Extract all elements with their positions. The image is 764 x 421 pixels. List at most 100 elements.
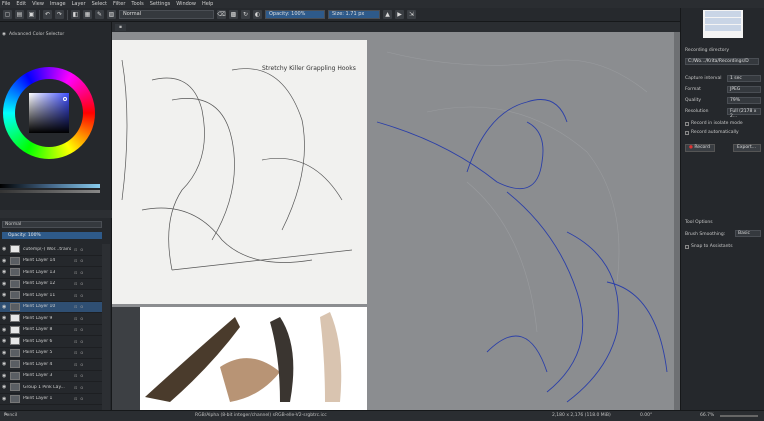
layer-row[interactable]: ◉ Paint Layer 10 ⊡ α	[0, 301, 102, 313]
layer-row[interactable]: ◉ Paint Layer 3 ⊡ α	[0, 371, 102, 382]
layer-row[interactable]: ◉ Group 1 Pink Lay... ⊡ α	[0, 382, 102, 394]
layer-lock-icon[interactable]: ⊡	[74, 350, 77, 355]
visibility-eye-icon[interactable]: ◉	[2, 385, 7, 390]
layer-row[interactable]: ◉ Paint Layer 1 ⊡ α	[0, 394, 102, 405]
layer-row[interactable]: ◉ Paint Layer 8 ⊡ α	[0, 325, 102, 336]
layer-row[interactable]: ◉ Paint Layer 14 ⊡ α	[0, 256, 102, 267]
visibility-eye-icon[interactable]: ◉	[2, 327, 7, 332]
layer-lock-icon[interactable]: ⊡	[74, 316, 77, 321]
alpha-lock-icon[interactable]: α	[80, 350, 83, 355]
blend-mode-select[interactable]: Normal	[119, 10, 214, 19]
eraser-icon[interactable]: ⌫	[217, 10, 226, 19]
format-select[interactable]: JPEG	[727, 86, 761, 93]
layer-lock-icon[interactable]: ⊡	[74, 304, 77, 309]
alpha-lock-icon[interactable]: α	[80, 385, 83, 390]
menu-view[interactable]: View	[32, 1, 44, 7]
alpha-lock-icon[interactable]: α	[80, 293, 83, 298]
layer-row[interactable]: ◉ Paint Layer 5 ⊡ α	[0, 348, 102, 359]
alpha-lock-icon[interactable]: α	[80, 373, 83, 378]
visibility-eye-icon[interactable]: ◉	[2, 247, 7, 252]
layer-row[interactable]: ◉ cutemp(-) Wor...trainable1⊡α	[0, 244, 102, 256]
visibility-eye-icon[interactable]: ◉	[2, 350, 7, 355]
menu-help[interactable]: Help	[202, 1, 213, 7]
alpha-lock-icon[interactable]: α	[80, 327, 83, 332]
mirror-vertical-icon[interactable]: ▶	[395, 10, 404, 19]
layer-row[interactable]: ◉ Paint Layer 13 ⊡ α	[0, 267, 102, 279]
layer-row[interactable]: ◉ Paint Layer 9 ⊡ α	[0, 313, 102, 325]
open-document-icon[interactable]: ▤	[15, 10, 24, 19]
layer-lock-icon[interactable]: ⊡	[74, 293, 77, 298]
preserve-alpha-icon[interactable]: ◐	[253, 10, 262, 19]
record-auto-checkbox[interactable]: Record automatically	[685, 130, 739, 135]
alpha-lock-icon[interactable]: α	[80, 316, 83, 321]
alpha-lock-icon[interactable]: α	[80, 304, 83, 309]
layer-row[interactable]: ◉ Paint Layer 4 ⊡ α	[0, 359, 102, 371]
visibility-eye-icon[interactable]: ◉	[2, 373, 7, 378]
wrap-around-icon[interactable]: ⇲	[407, 10, 416, 19]
alpha-lock-icon[interactable]: α	[80, 247, 83, 252]
color-cursor[interactable]	[63, 97, 67, 101]
record-isolate-checkbox[interactable]: Record in isolate mode	[685, 121, 743, 126]
layer-blend-mode-select[interactable]: Normal	[2, 221, 102, 228]
checkbox-box[interactable]	[685, 130, 689, 135]
alpha-lock-icon[interactable]: ▩	[229, 10, 238, 19]
color-wheel[interactable]	[3, 67, 95, 159]
menu-window[interactable]: Window	[176, 1, 196, 7]
layer-lock-icon[interactable]: ⊡	[74, 258, 77, 263]
canvas[interactable]: Stretchy Killer Grappling Hooks	[112, 32, 680, 410]
alpha-lock-icon[interactable]: α	[80, 396, 83, 401]
checkbox-box[interactable]	[685, 244, 689, 249]
capture-interval-field[interactable]: 1 sec	[727, 75, 761, 82]
visibility-eye-icon[interactable]: ◉	[2, 316, 7, 321]
layer-lock-icon[interactable]: ⊡	[74, 396, 77, 401]
new-document-icon[interactable]: ▢	[3, 10, 12, 19]
layer-list-scrollbar[interactable]	[102, 244, 110, 419]
menu-tools[interactable]: Tools	[131, 1, 143, 7]
menu-filter[interactable]: Filter	[113, 1, 125, 7]
alpha-lock-icon[interactable]: α	[80, 258, 83, 263]
alpha-lock-icon[interactable]: α	[80, 339, 83, 344]
layer-lock-icon[interactable]: ⊡	[74, 385, 77, 390]
pattern-icon[interactable]: ▦	[83, 10, 92, 19]
visibility-eye-icon[interactable]: ◉	[2, 339, 7, 344]
layer-lock-icon[interactable]: ⊡	[74, 339, 77, 344]
undo-icon[interactable]: ↶	[43, 10, 52, 19]
reload-preset-icon[interactable]: ↻	[241, 10, 250, 19]
menu-image[interactable]: Image	[50, 1, 66, 7]
alpha-lock-icon[interactable]: α	[80, 362, 83, 367]
mirror-horizontal-icon[interactable]: ▲	[383, 10, 392, 19]
quality-field[interactable]: 79%	[727, 97, 761, 104]
visibility-eye-icon[interactable]: ◉	[2, 270, 7, 275]
layer-lock-icon[interactable]: ⊡	[74, 327, 77, 332]
record-button[interactable]: ● Record	[685, 144, 715, 152]
visibility-eye-icon[interactable]: ◉	[2, 281, 7, 286]
checkbox-box[interactable]	[685, 121, 689, 126]
size-slider[interactable]: Size: 1.71 px	[328, 10, 380, 19]
menu-settings[interactable]: Settings	[150, 1, 171, 7]
alpha-lock-icon[interactable]: α	[80, 281, 83, 286]
brush-smoothing-select[interactable]: Basic	[735, 230, 761, 237]
layer-row[interactable]: ◉ Paint Layer 6 ⊡ α	[0, 336, 102, 348]
layer-opacity-slider[interactable]: Opacity: 100%	[2, 232, 102, 239]
opacity-slider[interactable]: Opacity: 100%	[265, 10, 325, 19]
visibility-eye-icon[interactable]: ◉	[2, 258, 7, 263]
visibility-eye-icon[interactable]: ◉	[2, 396, 7, 401]
menu-file[interactable]: File	[2, 1, 10, 7]
visibility-eye-icon[interactable]: ◉	[2, 362, 7, 367]
visibility-eye-icon[interactable]: ◉	[2, 304, 7, 309]
brush-preset-icon[interactable]: ✎	[95, 10, 104, 19]
export-button[interactable]: Export...	[733, 144, 761, 152]
save-icon[interactable]: ▣	[27, 10, 36, 19]
color-history-strip[interactable]	[0, 190, 100, 193]
fill-icon[interactable]: ▨	[107, 10, 116, 19]
redo-icon[interactable]: ↷	[55, 10, 64, 19]
layer-row[interactable]: ◉ Paint Layer 12 ⊡ α	[0, 279, 102, 290]
layer-lock-icon[interactable]: ⊡	[74, 373, 77, 378]
resolution-select[interactable]: Full (2178 x 2...	[727, 108, 761, 119]
visibility-eye-icon[interactable]: ◉	[2, 293, 7, 298]
snap-to-assistants-checkbox[interactable]: Snap to Assistants	[685, 244, 733, 249]
menu-select[interactable]: Select	[92, 1, 107, 7]
layer-lock-icon[interactable]: ⊡	[74, 247, 77, 252]
layer-lock-icon[interactable]: ⊡	[74, 270, 77, 275]
document-tab[interactable]: ▪	[115, 23, 127, 31]
